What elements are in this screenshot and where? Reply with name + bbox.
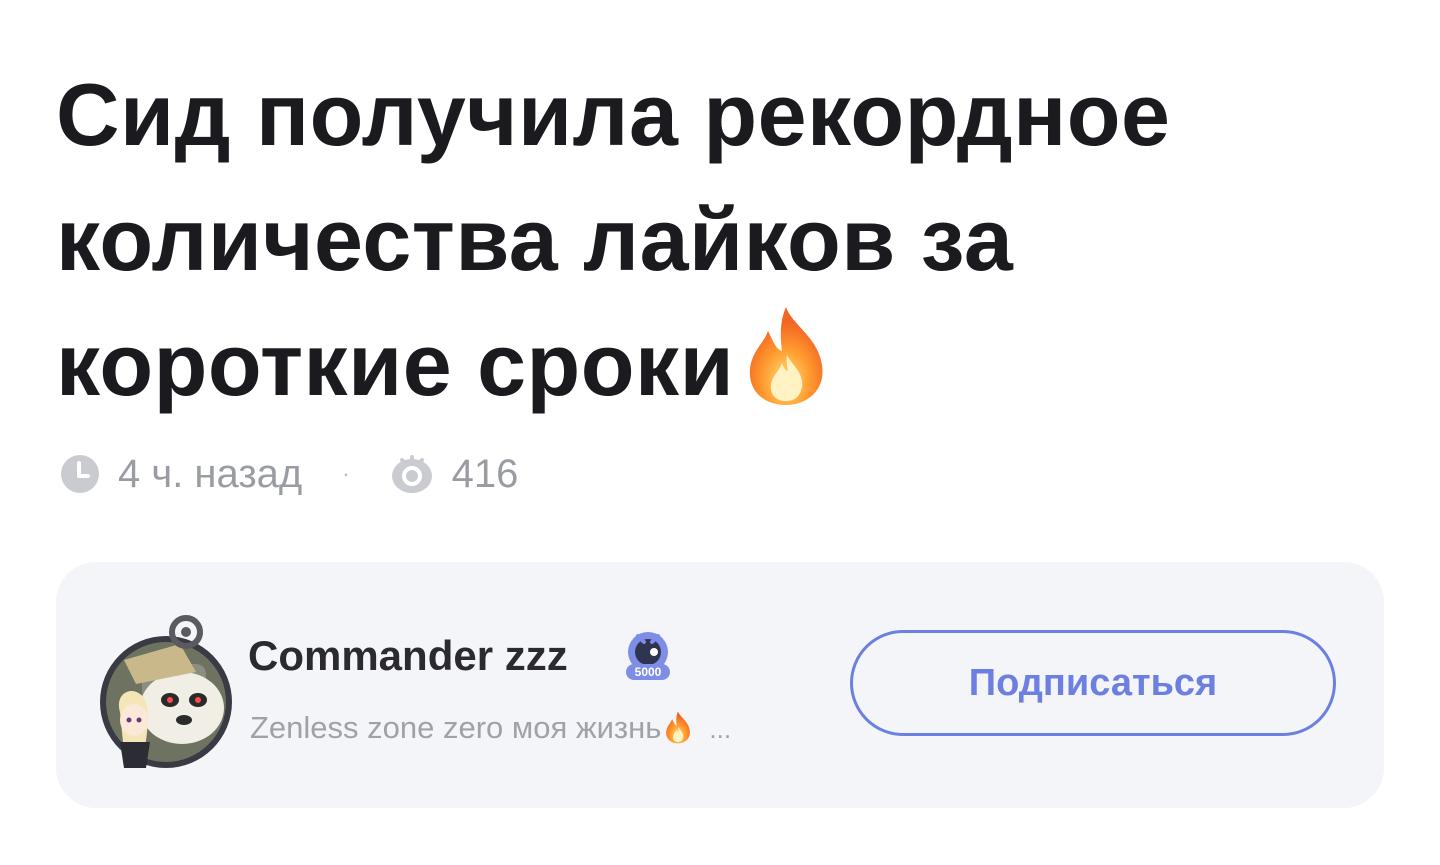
author-name[interactable]: Commander zzz	[248, 628, 568, 684]
article-meta: 4 ч. назад · 416	[60, 446, 518, 502]
article-page: Сид получила рекордное количества лайков…	[0, 0, 1440, 865]
avatar[interactable]	[84, 602, 244, 772]
eye-icon	[390, 454, 434, 494]
article-title-text: Сид получила рекордное количества лайков…	[56, 65, 1171, 414]
badge-text: 5000	[635, 665, 662, 679]
subscribe-button[interactable]: Подписаться	[850, 630, 1336, 736]
bio-more: ...	[709, 714, 732, 744]
fire-emoji-icon	[750, 307, 823, 405]
views-count: 416	[451, 451, 519, 496]
meta-separator: ·	[342, 461, 350, 486]
time-ago: 4 ч. назад	[118, 451, 303, 496]
author-bio-text: Zenless zone zero моя жизнь	[250, 710, 662, 745]
fire-emoji-small-icon	[666, 711, 691, 744]
author-bio: Zenless zone zero моя жизнь ...	[250, 706, 731, 751]
article-title: Сид получила рекордное количества лайков…	[56, 52, 1356, 427]
author-card: Commander zzz 5000 Zenless zone zero моя…	[56, 562, 1384, 808]
clock-icon	[60, 454, 100, 494]
level-badge-icon: 5000	[626, 632, 670, 680]
